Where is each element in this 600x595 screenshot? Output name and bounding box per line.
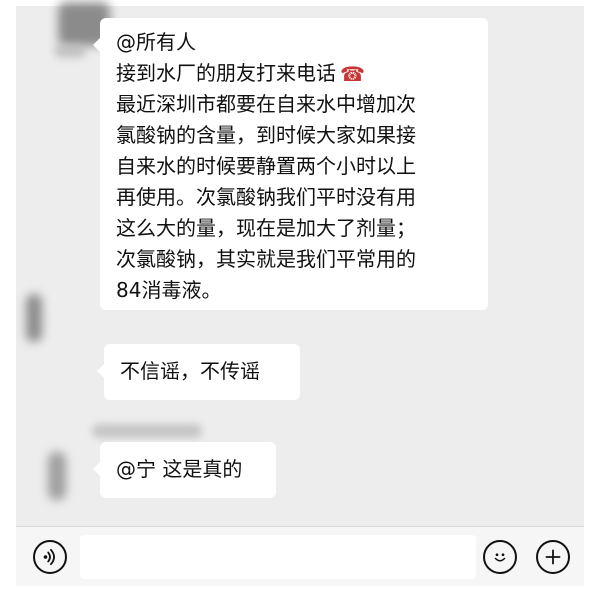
message-line-body-7: 84消毒液。: [116, 278, 222, 302]
voice-input-button[interactable]: [33, 540, 67, 574]
message-bubble-rumor[interactable]: 不信谣，不传谣: [97, 344, 300, 400]
message-line-body-6: 次氯酸钠，其实就是我们平常用的: [116, 247, 416, 271]
chat-screen: @所有人 接到水厂的朋友打来电话 ☎ 最近深圳市都要在自来水中增加次 氯酸钠的含量…: [0, 0, 600, 595]
message-line-mention-all: @所有人: [116, 30, 196, 54]
message-text-confirmation: @宁 这是真的: [116, 457, 243, 481]
message-line-body-1: 最近深圳市都要在自来水中增加次: [116, 92, 416, 116]
message-bubble-confirmation[interactable]: @宁 这是真的: [93, 442, 276, 498]
message-line-body-5: 这么大的量，现在是加大了剂量；: [116, 216, 416, 240]
emoji-icon: [494, 553, 506, 562]
chat-message-area[interactable]: @所有人 接到水厂的朋友打来电话 ☎ 最近深圳市都要在自来水中增加次 氯酸钠的含量…: [16, 2, 584, 526]
voice-icon: [43, 548, 55, 566]
message-line-body-2: 氯酸钠的含量，到时候大家如果接: [116, 123, 416, 147]
blurred-avatar-bottom: [48, 452, 66, 500]
telephone-icon: ☎: [340, 62, 365, 86]
blurred-name-top: [54, 44, 86, 58]
message-line-phone-call: 接到水厂的朋友打来电话 ☎: [116, 58, 476, 89]
message-line-body-4: 再使用。次氯酸钠我们平时没有用: [116, 185, 416, 209]
chat-input-toolbar: [16, 526, 584, 586]
message-line-phone-call-text: 接到水厂的朋友打来电话: [116, 61, 336, 85]
blurred-avatar-middle: [26, 294, 42, 342]
add-icon: [545, 549, 561, 565]
blurred-name-bottom: [92, 424, 202, 438]
message-input[interactable]: [80, 535, 476, 579]
message-text-rumor: 不信谣，不传谣: [120, 359, 260, 383]
emoji-button[interactable]: [483, 540, 517, 574]
add-attachment-button[interactable]: [536, 540, 570, 574]
message-line-body-3: 自来水的时候要静置两个小时以上: [116, 154, 416, 178]
message-bubble-announcement[interactable]: @所有人 接到水厂的朋友打来电话 ☎ 最近深圳市都要在自来水中增加次 氯酸钠的含量…: [93, 18, 488, 310]
